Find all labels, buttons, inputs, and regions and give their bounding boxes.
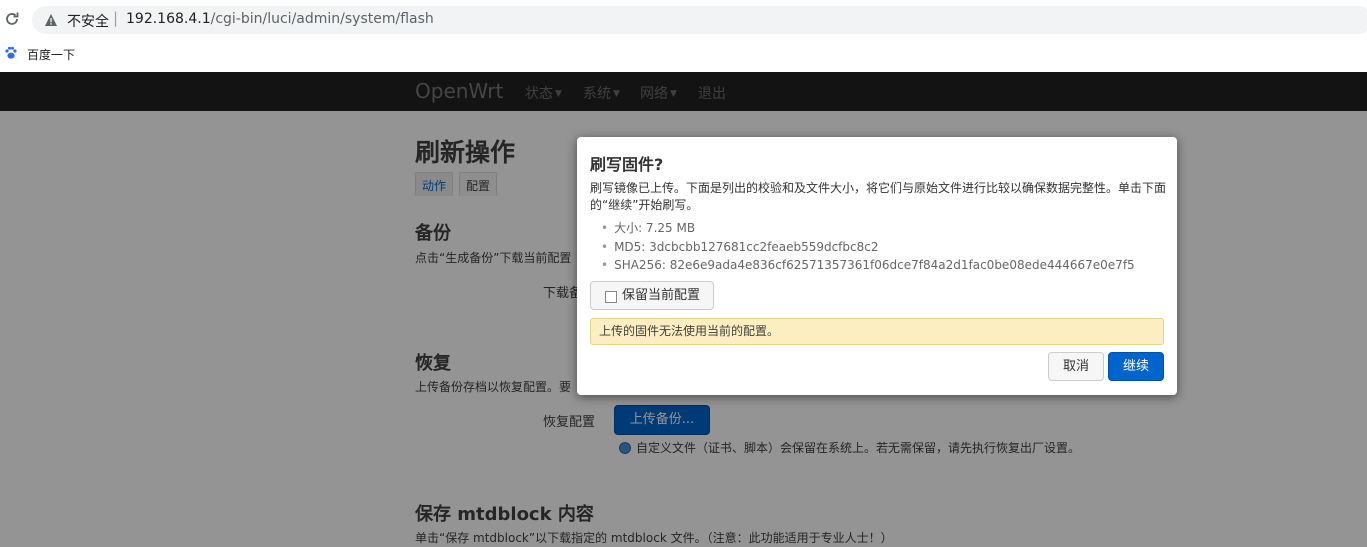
- continue-button[interactable]: 继续: [1108, 352, 1164, 381]
- url-path: /cgi-bin/luci/admin/system/flash: [210, 11, 434, 27]
- checksum-list: 大小: 7.25 MB MD5: 3dcbcbb127681cc2feaeb55…: [601, 219, 1135, 275]
- bookmarks-bar: [0, 40, 1367, 72]
- keep-config-label: 保留当前配置: [622, 288, 701, 303]
- file-size-item: 大小: 7.25 MB: [601, 219, 1135, 238]
- keep-config-checkbox[interactable]: [605, 291, 617, 303]
- dialog-title: 刷写固件?: [590, 155, 664, 174]
- sha256-item: SHA256: 82e6e9ada4e836cf62571357361f06dc…: [601, 256, 1135, 275]
- dialog-description: 刷写镜像已上传。下面是列出的校验和及文件大小，将它们与原始文件进行比较以确保数据…: [590, 181, 1167, 212]
- flash-firmware-dialog: 刷写固件? 刷写镜像已上传。下面是列出的校验和及文件大小，将它们与原始文件进行比…: [577, 137, 1177, 395]
- insecure-label[interactable]: 不安全: [67, 11, 109, 31]
- config-warning-alert: 上传的固件无法使用当前的配置。: [590, 318, 1164, 345]
- url-separator: |: [113, 9, 119, 27]
- cancel-button[interactable]: 取消: [1048, 352, 1104, 381]
- url-text[interactable]: 192.168.4.1/cgi-bin/luci/admin/system/fl…: [126, 11, 434, 27]
- keep-config-button[interactable]: 保留当前配置: [590, 281, 714, 310]
- reload-icon[interactable]: [4, 11, 20, 27]
- bookmark-baidu[interactable]: 百度一下: [27, 46, 75, 63]
- md5-item: MD5: 3dcbcbb127681cc2feaeb559dcfbc8c2: [601, 238, 1135, 257]
- baidu-paw-icon: [5, 46, 17, 59]
- url-host: 192.168.4.1: [126, 11, 211, 27]
- warning-icon[interactable]: [44, 13, 58, 27]
